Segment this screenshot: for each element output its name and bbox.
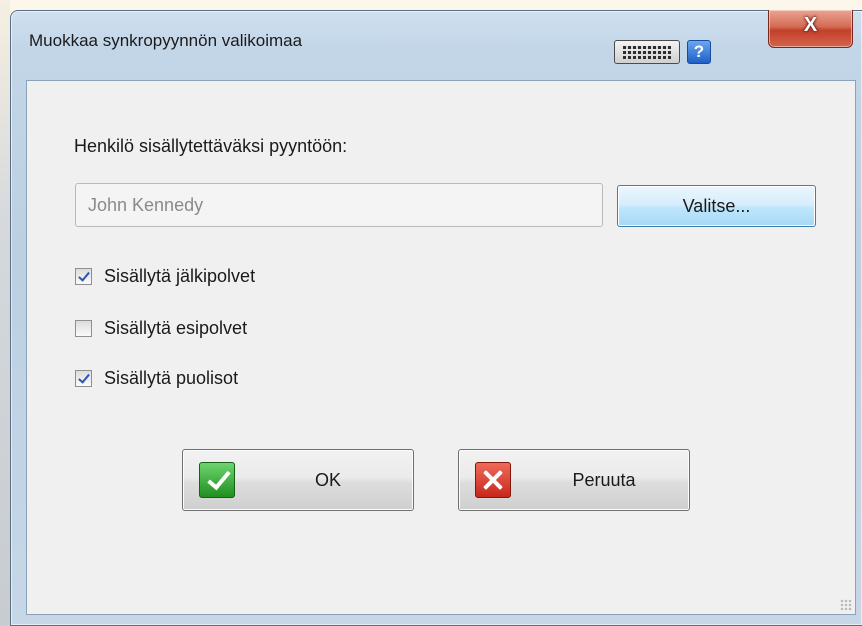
dialog-window: Muokkaa synkropyynnön valikoimaa ? X Hen…: [10, 10, 862, 626]
checkbox-label: Sisällytä puolisot: [104, 368, 239, 388]
desktop-background: [0, 0, 10, 626]
ok-button[interactable]: OK: [182, 449, 414, 511]
checkbox-checked[interactable]: [75, 370, 92, 387]
resize-grip-icon[interactable]: [840, 599, 852, 611]
keyboard-icon[interactable]: [614, 40, 680, 64]
choose-button[interactable]: Valitse...: [617, 185, 816, 227]
cancel-button[interactable]: Peruuta: [458, 449, 690, 511]
checkbox-label: Sisällytä jälkipolvet: [104, 266, 256, 286]
cancel-x-icon: [475, 462, 511, 498]
check-icon: [199, 462, 235, 498]
close-button[interactable]: X: [768, 10, 853, 48]
person-label: Henkilö sisällytettäväksi pyyntöön:: [74, 136, 348, 156]
help-icon[interactable]: ?: [687, 40, 711, 64]
close-icon: X: [803, 14, 818, 36]
checkbox-checked[interactable]: [75, 268, 92, 285]
window-title: Muokkaa synkropyynnön valikoimaa: [29, 31, 303, 50]
checkbox-label: Sisällytä esipolvet: [104, 318, 248, 338]
checkbox-unchecked[interactable]: [75, 320, 92, 337]
cancel-button-label: Peruuta: [572, 470, 636, 490]
person-field[interactable]: [75, 183, 603, 227]
dialog-body: Henkilö sisällytettäväksi pyyntöön: Vali…: [26, 80, 856, 615]
ok-button-label: OK: [314, 470, 341, 490]
